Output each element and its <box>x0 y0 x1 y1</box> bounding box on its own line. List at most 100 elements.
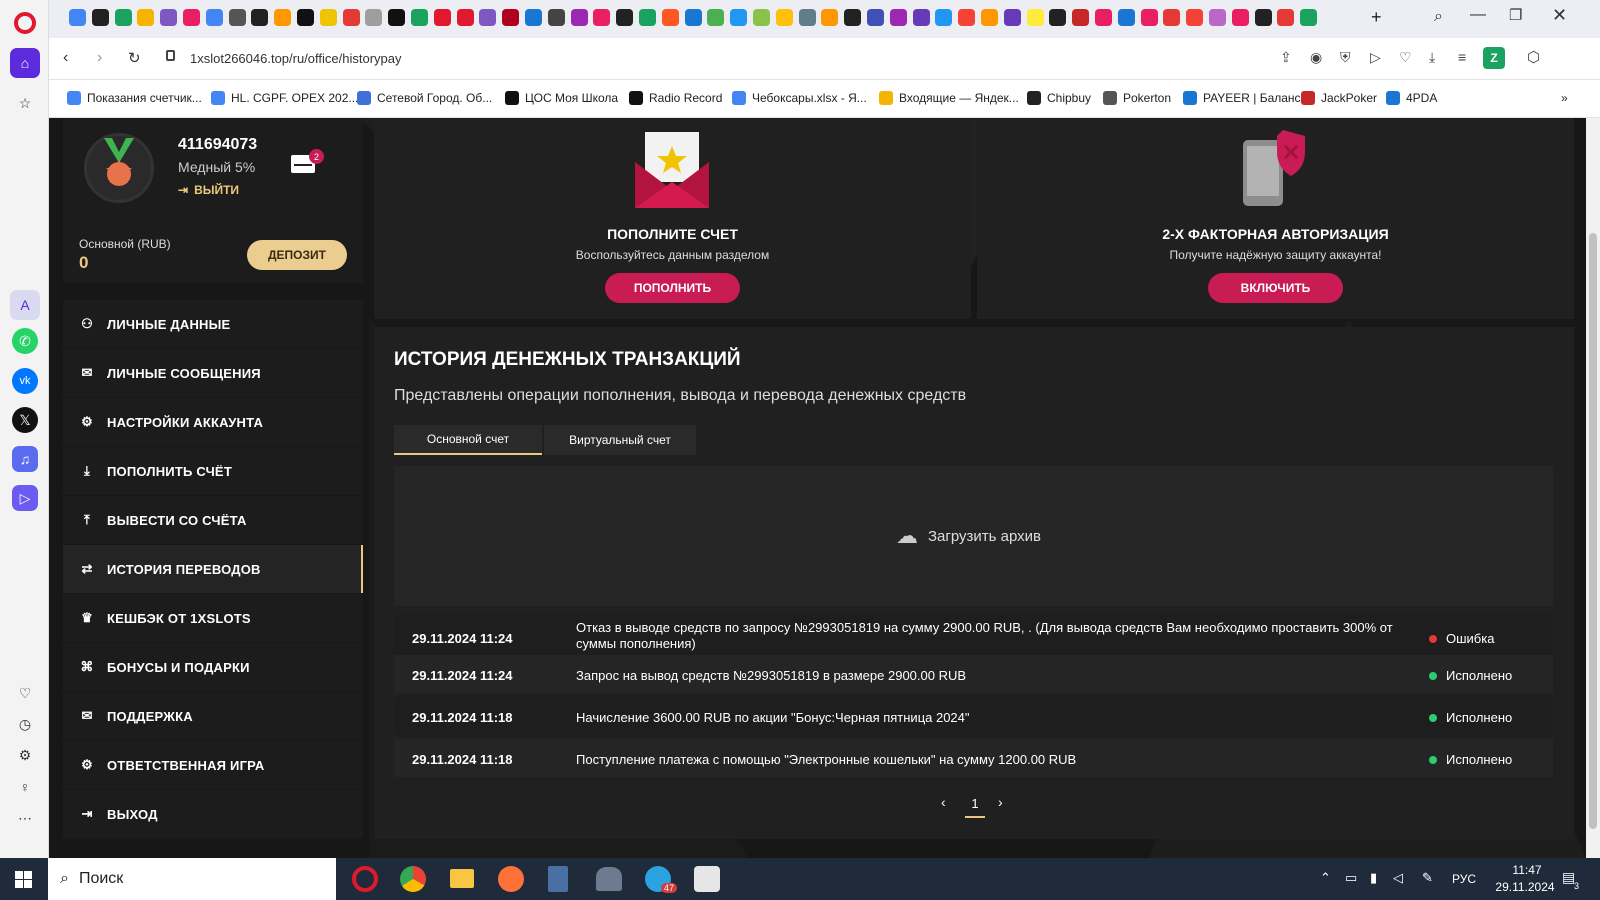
browser-tab[interactable] <box>912 9 930 26</box>
browser-tab[interactable] <box>981 9 998 26</box>
tray-chevron-icon[interactable]: ⌃ <box>1320 870 1331 886</box>
sidebar-item-5[interactable]: ⤒ ВЫВЕСТИ СО СЧЁТА <box>63 496 363 544</box>
pen-icon[interactable]: ✎ <box>1422 870 1433 886</box>
enable-2fa-button[interactable]: ВКЛЮЧИТЬ <box>1208 273 1343 303</box>
easy-setup-icon[interactable]: ≡ <box>1458 49 1466 65</box>
page-number[interactable]: 1 <box>965 796 985 818</box>
favorite-icon[interactable]: ♡ <box>1399 49 1412 66</box>
browser-tab[interactable] <box>958 9 976 26</box>
browser-tab[interactable] <box>91 9 109 26</box>
new-tab-icon[interactable]: + <box>1371 7 1382 28</box>
prev-page-icon[interactable]: ‹ <box>941 794 946 810</box>
sidebar-item-9[interactable]: ✉ ПОДДЕРЖКА <box>63 692 363 740</box>
browser-tab[interactable] <box>456 9 474 26</box>
browser-tab[interactable] <box>547 9 565 26</box>
bookmark-item[interactable]: Показания счетчик... <box>67 91 202 105</box>
lock-icon[interactable] <box>166 50 175 61</box>
bookmark-item[interactable]: Chipbuy <box>1027 91 1091 105</box>
lightbulb-icon[interactable]: ♀ <box>10 772 40 802</box>
clock-date[interactable]: 29.11.2024 <box>1485 880 1565 894</box>
language-indicator[interactable]: РУС <box>1452 872 1476 886</box>
bookmark-item[interactable]: Radio Record <box>629 91 722 105</box>
bookmark-item[interactable]: 4PDA <box>1386 91 1437 105</box>
bookmark-item[interactable]: Pokerton <box>1103 91 1171 105</box>
browser-tab[interactable] <box>1231 9 1249 26</box>
bookmark-item[interactable]: Чебоксары.xlsx - Я... <box>732 91 867 105</box>
browser-tab[interactable] <box>160 9 178 26</box>
next-page-icon[interactable]: › <box>998 794 1003 810</box>
aria-icon[interactable]: A <box>10 290 40 320</box>
browser-tab[interactable] <box>821 9 839 26</box>
logout-link[interactable]: ⇥ ВЫЙТИ <box>178 183 239 197</box>
messages-button[interactable]: 2 <box>291 149 324 173</box>
download-archive-button[interactable]: ☁ Загрузить архив <box>896 523 1041 549</box>
browser-tab[interactable] <box>1300 9 1318 26</box>
battery-icon[interactable]: ▮ <box>1370 870 1377 886</box>
browser-tab[interactable] <box>388 9 406 26</box>
bookmark-item[interactable]: PAYEER | Баланс <box>1183 91 1301 105</box>
play-icon[interactable]: ▷ <box>1370 49 1381 66</box>
bookmark-item[interactable]: JackPoker <box>1301 91 1377 105</box>
browser-tab[interactable] <box>114 9 132 26</box>
scrollbar-thumb[interactable] <box>1589 233 1597 829</box>
browser-tab[interactable] <box>274 9 292 26</box>
deposit-button[interactable]: ДЕПОЗИТ <box>247 240 347 270</box>
browser-tab[interactable] <box>593 9 611 26</box>
bookmark-item[interactable]: Входящие — Яндек... <box>879 91 1019 105</box>
browser-tab[interactable] <box>479 9 497 26</box>
sidebar-item-11[interactable]: ⇥ ВЫХОД <box>63 790 363 838</box>
shield-block-icon[interactable]: ⛨ <box>1340 49 1351 66</box>
tab-main-account[interactable]: Основной счет <box>394 425 542 455</box>
reload-icon[interactable]: ↻ <box>128 49 141 67</box>
page-scrollbar[interactable] <box>1586 118 1600 858</box>
browser-tab[interactable] <box>525 9 542 26</box>
x-twitter-icon[interactable]: 𝕏 <box>12 407 38 433</box>
bookmark-item[interactable]: HL. CGPF. OPEX 202... <box>211 91 358 105</box>
taskbar-search[interactable]: ⌕ Поиск <box>48 858 336 900</box>
profile-avatar[interactable]: Z <box>1483 47 1505 69</box>
browser-tab[interactable] <box>228 9 246 26</box>
firefox-icon[interactable] <box>498 866 524 892</box>
network-icon[interactable]: ▭ <box>1345 870 1357 886</box>
browser-tab[interactable] <box>297 9 314 26</box>
game-app-icon[interactable] <box>694 866 720 892</box>
app-icon[interactable] <box>596 867 622 891</box>
browser-tab[interactable] <box>251 9 269 26</box>
opera-taskbar-icon[interactable] <box>352 866 378 892</box>
browser-tab[interactable] <box>730 9 748 26</box>
forward-icon[interactable]: › <box>97 49 102 67</box>
sidebar-item-2[interactable]: ✉ ЛИЧНЫЕ СООБЩЕНИЯ <box>63 349 363 397</box>
browser-tab[interactable] <box>1003 9 1021 26</box>
chrome-icon[interactable] <box>400 866 426 892</box>
opera-logo-icon[interactable] <box>14 12 36 34</box>
browser-tab[interactable] <box>365 9 383 26</box>
browser-tab[interactable] <box>570 9 588 26</box>
minimize-icon[interactable]: — <box>1470 6 1486 24</box>
sidebar-item-7[interactable]: ♛ КЕШБЭК ОТ 1XSLOTS <box>63 594 363 642</box>
player-icon[interactable]: ▷ <box>12 485 38 511</box>
clock-time[interactable]: 11:47 <box>1497 863 1557 877</box>
topup-button[interactable]: ПОПОЛНИТЬ <box>605 273 740 303</box>
close-window-icon[interactable]: ✕ <box>1552 5 1567 26</box>
star-icon[interactable]: ☆ <box>10 88 40 118</box>
browser-tab[interactable] <box>205 9 223 26</box>
explorer-icon[interactable] <box>450 869 474 888</box>
browser-tab[interactable] <box>1209 9 1226 26</box>
browser-tab[interactable] <box>867 9 884 26</box>
bookmark-item[interactable]: Сетевой Город. Об... <box>357 91 492 105</box>
browser-tab[interactable] <box>753 9 770 26</box>
volume-icon[interactable]: ◁ <box>1393 870 1403 886</box>
browser-tab[interactable] <box>889 9 907 26</box>
browser-tab[interactable] <box>319 9 337 26</box>
browser-tab[interactable] <box>342 9 360 26</box>
extensions-icon[interactable]: ⬡ <box>1527 48 1540 66</box>
url-field[interactable]: 1xslot266046.top/ru/office/historypay <box>190 51 402 66</box>
windows-start-icon[interactable] <box>15 871 32 888</box>
browser-tab[interactable] <box>1072 9 1090 26</box>
browser-tab[interactable] <box>1186 9 1204 26</box>
browser-tab[interactable] <box>69 9 86 26</box>
sidebar-item-6[interactable]: ⇄ ИСТОРИЯ ПЕРЕВОДОВ <box>63 545 363 593</box>
browser-tab[interactable] <box>1140 9 1158 26</box>
browser-tab[interactable] <box>775 9 793 26</box>
vk-icon[interactable]: vk <box>12 368 38 394</box>
